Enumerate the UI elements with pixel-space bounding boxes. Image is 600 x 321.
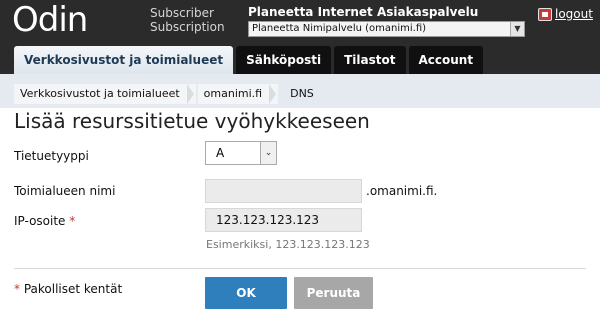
cancel-button[interactable]: Peruuta (294, 277, 373, 309)
tab-websites-domains[interactable]: Verkkosivustot ja toimialueet (14, 46, 234, 74)
required-note-text: Pakolliset kentät (23, 282, 123, 296)
top-header: Odin Subscriber Subscription Planeetta I… (0, 0, 600, 74)
subscriber-name: Planeetta Internet Asiakaspalvelu (248, 5, 479, 19)
domain-name-input[interactable] (205, 179, 362, 203)
logout-icon (538, 7, 552, 21)
domain-name-label: Toimialueen nimi (14, 184, 116, 198)
tab-email[interactable]: Sähköposti (236, 46, 332, 74)
ip-address-label: IP-osoite * (14, 214, 75, 228)
breadcrumb-item-dns[interactable]: DNS (280, 84, 330, 104)
domain-suffix: .omanimi.fi. (366, 184, 438, 198)
required-star: * (69, 214, 76, 228)
logout-link[interactable]: logout (538, 7, 593, 21)
breadcrumb-item-websites[interactable]: Verkkosivustot ja toimialueet (14, 84, 196, 104)
chevron-down-icon: ▼ (510, 22, 524, 36)
breadcrumb-bar: Verkkosivustot ja toimialueet omanimi.fi… (0, 74, 600, 108)
page-title: Lisää resurssitietue vyöhykkeeseen (14, 109, 370, 133)
required-fields-note: * Pakolliset kentät (14, 282, 122, 296)
ip-address-label-text: IP-osoite (14, 214, 66, 228)
chevron-down-icon: ⌄ (260, 142, 276, 164)
ok-button[interactable]: OK (205, 277, 287, 309)
record-type-label: Tietuetyyppi (14, 149, 89, 163)
ip-address-input[interactable]: 123.123.123.123 (205, 208, 362, 232)
ip-address-hint: Esimerkiksi, 123.123.123.123 (206, 238, 370, 251)
tab-statistics[interactable]: Tilastot (334, 46, 406, 74)
breadcrumb: Verkkosivustot ja toimialueet omanimi.fi… (14, 84, 332, 104)
record-type-value: A (216, 146, 225, 160)
breadcrumb-item-domain[interactable]: omanimi.fi (197, 84, 279, 104)
logout-label: logout (555, 7, 593, 21)
tab-account[interactable]: Account (408, 46, 484, 74)
record-type-select[interactable]: A ⌄ (205, 141, 277, 165)
app-logo: Odin (12, 0, 88, 40)
subscription-select[interactable]: Planeetta Nimipalvelu (omanimi.fi) ▼ (248, 21, 525, 37)
main-tabs: Verkkosivustot ja toimialueet Sähköposti… (14, 46, 484, 74)
subscription-select-value: Planeetta Nimipalvelu (omanimi.fi) (252, 23, 427, 34)
required-star: * (14, 282, 20, 296)
form-divider (14, 268, 586, 269)
subscriber-label: Subscriber (150, 6, 214, 20)
subscription-label: Subscription (150, 20, 225, 34)
